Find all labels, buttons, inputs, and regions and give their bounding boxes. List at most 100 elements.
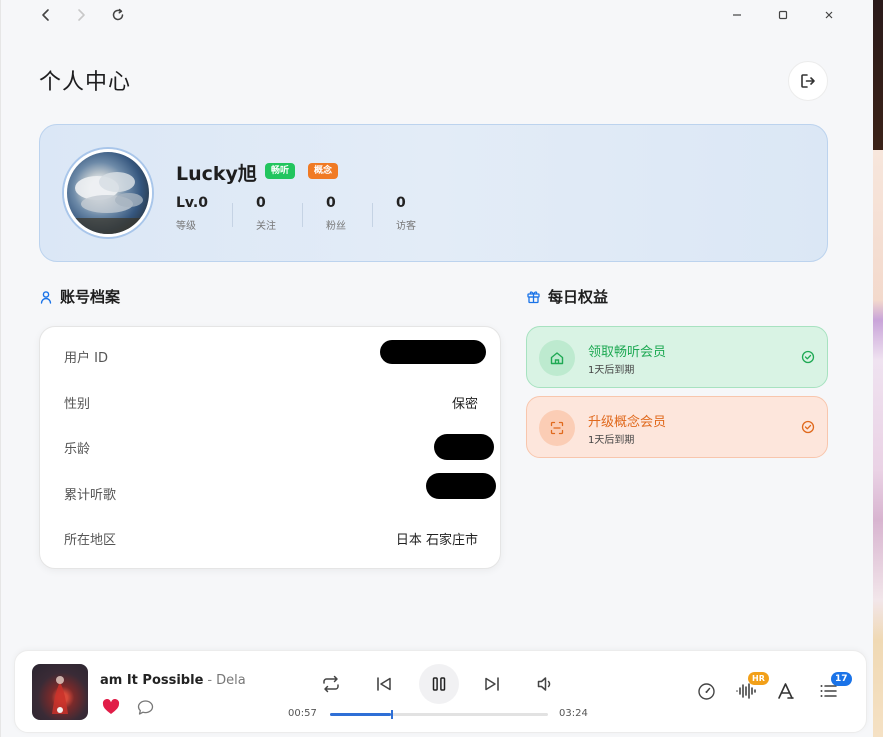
lyrics-button[interactable] xyxy=(775,680,797,702)
queue-count-badge: 17 xyxy=(831,672,852,686)
stat-label: 等级 xyxy=(176,221,196,232)
stat-divider xyxy=(372,203,373,227)
benefit-icon-wrap xyxy=(539,340,575,376)
next-button[interactable] xyxy=(480,672,504,696)
gift-icon xyxy=(527,291,540,304)
row-value: 保密 xyxy=(451,396,478,412)
account-section-heading: 账号档案 xyxy=(39,286,120,307)
volume-icon xyxy=(537,677,551,691)
repeat-icon xyxy=(323,675,339,693)
account-row-gender: 性别 保密 xyxy=(64,390,478,414)
benefit-title: 领取畅听会员 xyxy=(588,345,667,360)
benefit-subtitle: 1天后到期 xyxy=(588,365,635,376)
song-title: am It Possible xyxy=(100,673,204,688)
progress-handle[interactable] xyxy=(391,710,394,719)
skip-next-icon xyxy=(485,677,499,691)
maximize-button[interactable] xyxy=(771,3,795,27)
song-separator: - xyxy=(207,673,213,688)
stat-value: 0 xyxy=(396,195,406,211)
username: Lucky旭 xyxy=(176,163,257,185)
logout-button[interactable] xyxy=(788,61,828,101)
stat-label: 访客 xyxy=(396,221,416,232)
benefit-subtitle: 1天后到期 xyxy=(588,435,635,446)
app-window: 个人中心 Lucky旭 畅听 概念 Lv.0 等级 0 关注 0 粉丝 0 访客… xyxy=(0,0,873,737)
comment-icon xyxy=(137,699,153,715)
back-icon xyxy=(42,9,49,21)
account-row-listen-total: 累计听歌 xyxy=(64,481,478,505)
minimize-button[interactable] xyxy=(725,3,749,27)
font-lyrics-icon xyxy=(778,683,794,699)
skip-previous-icon xyxy=(377,677,391,691)
benefit-changting-card[interactable]: 领取畅听会员 1天后到期 xyxy=(526,326,828,388)
progress-slider[interactable] xyxy=(330,710,548,719)
back-button[interactable] xyxy=(34,3,58,27)
pause-button[interactable] xyxy=(419,664,459,704)
forward-button[interactable] xyxy=(69,3,93,27)
stat-divider xyxy=(232,203,233,227)
row-label: 累计听歌 xyxy=(64,487,117,503)
check-circle-icon xyxy=(801,350,815,364)
vip-badge-changting: 畅听 xyxy=(265,163,296,179)
background-window-edge xyxy=(873,0,883,737)
cloud-sky-image xyxy=(67,172,149,234)
check-circle-icon xyxy=(801,420,815,434)
album-cover[interactable] xyxy=(32,664,88,720)
profile-card: Lucky旭 畅听 概念 Lv.0 等级 0 关注 0 粉丝 0 访客 xyxy=(39,124,828,262)
vip-badge-gainian: 概念 xyxy=(308,163,339,179)
total-time: 03:24 xyxy=(559,708,588,719)
stat-value: 0 xyxy=(256,195,266,211)
refresh-button[interactable] xyxy=(106,3,130,27)
scan-icon xyxy=(550,421,564,435)
song-info[interactable]: am It Possible-Delac xyxy=(100,669,246,688)
stat-label: 关注 xyxy=(256,221,276,232)
close-button[interactable] xyxy=(817,3,841,27)
close-icon xyxy=(825,11,833,19)
heart-icon xyxy=(102,699,120,714)
stat-followers[interactable]: 0 粉丝 xyxy=(326,195,346,232)
benefits-section-heading: 每日权益 xyxy=(526,286,608,307)
redaction-mark xyxy=(434,434,494,460)
stat-value: 0 xyxy=(326,195,336,211)
volume-button[interactable] xyxy=(533,672,557,696)
logout-icon xyxy=(801,74,815,88)
title-bar xyxy=(1,0,874,30)
stat-label: 粉丝 xyxy=(326,221,346,232)
benefit-icon-wrap xyxy=(539,410,575,446)
avatar[interactable] xyxy=(64,149,152,237)
speed-button[interactable] xyxy=(695,680,717,702)
home-icon xyxy=(550,352,564,365)
stat-following[interactable]: 0 关注 xyxy=(256,195,276,232)
page-title: 个人中心 xyxy=(39,70,132,95)
progress-fill xyxy=(330,713,392,716)
stat-visitors[interactable]: 0 访客 xyxy=(396,195,416,232)
account-row-music-age: 乐龄 xyxy=(64,435,478,459)
maximize-icon xyxy=(778,10,788,20)
row-label: 用户 ID xyxy=(64,350,108,366)
benefit-title: 升级概念会员 xyxy=(588,415,667,430)
current-time: 00:57 xyxy=(288,708,317,719)
redaction-mark xyxy=(426,473,496,499)
forward-icon xyxy=(78,9,85,21)
pause-icon xyxy=(432,677,446,691)
comment-button[interactable] xyxy=(135,697,155,717)
previous-button[interactable] xyxy=(372,672,396,696)
player-bar: am It Possible-Delac xyxy=(14,650,867,733)
speedometer-icon xyxy=(697,682,715,700)
stat-divider xyxy=(302,203,303,227)
repeat-button[interactable] xyxy=(319,672,343,696)
refresh-icon xyxy=(112,8,124,21)
row-label: 性别 xyxy=(64,396,91,412)
account-heading-text: 账号档案 xyxy=(60,288,121,306)
benefit-gainian-card[interactable]: 升级概念会员 1天后到期 xyxy=(526,396,828,458)
minimize-icon xyxy=(733,14,741,16)
row-value: 日本 石家庄市 xyxy=(395,532,478,548)
song-artist: Delac xyxy=(216,673,246,688)
account-card: 用户 ID 性别 保密 乐龄 累计听歌 所在地区 日本 石家庄市 xyxy=(39,326,501,569)
stat-value: Lv.0 xyxy=(176,195,208,211)
stat-level[interactable]: Lv.0 等级 xyxy=(176,195,208,232)
row-label: 乐龄 xyxy=(64,441,91,457)
album-art-image xyxy=(52,676,68,714)
like-button[interactable] xyxy=(101,697,121,717)
redaction-mark xyxy=(380,340,486,364)
account-row-region: 所在地区 日本 石家庄市 xyxy=(64,526,478,550)
